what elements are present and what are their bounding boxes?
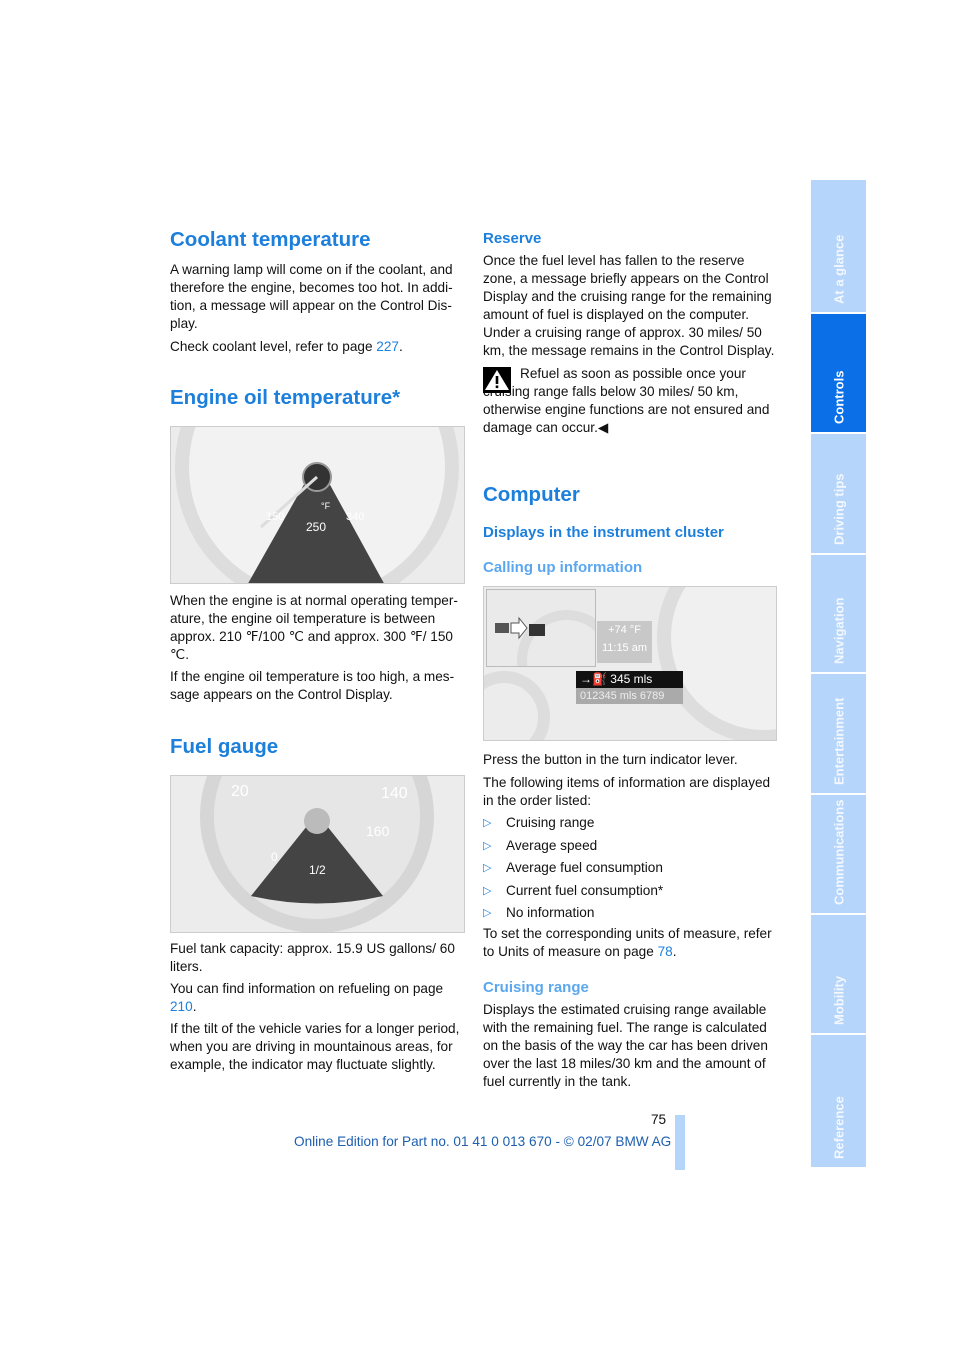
tab-reference[interactable]: Reference xyxy=(811,1035,866,1167)
page-link[interactable]: 227 xyxy=(376,339,399,354)
press-button-text: Press the button in the turn indicator l… xyxy=(483,752,738,767)
bullet-triangle-icon: ▷ xyxy=(483,884,492,897)
fuel-heading: Fuel gauge xyxy=(170,735,279,758)
oil-warning-text: If the engine oil temperature is too hig… xyxy=(170,669,455,702)
gauge-label: 140 xyxy=(381,785,408,802)
bullet-triangle-icon: ▷ xyxy=(483,862,492,874)
edition-footer: Online Edition for Part no. 01 41 0 013 … xyxy=(294,1134,672,1149)
info-items-list: ▷ Cruising range ▷ Average speed ▷ Average … xyxy=(483,812,776,925)
page-link[interactable]: 78 xyxy=(658,944,673,959)
turn-indicator-lever-inset xyxy=(486,589,617,710)
calling-up-heading: Calling up information xyxy=(483,559,643,576)
gauge-label: 150 xyxy=(266,511,284,523)
odometer-display: 012345 mls 6789 xyxy=(576,688,683,704)
tab-entertainment[interactable]: Entertainment xyxy=(811,674,866,793)
list-item: ▷ Average fuel consumption xyxy=(483,857,776,880)
oil-gauge-illustration: 150 250 340 °F xyxy=(175,427,459,583)
warning-triangle-icon xyxy=(483,367,511,393)
fuel-tilt-text: If the tilt of the vehicle varies for a … xyxy=(170,1021,460,1072)
lever-button-illustration xyxy=(495,610,617,710)
instrument-cluster-heading: Displays in the instrument cluster xyxy=(483,524,724,541)
gauge-label: 340 xyxy=(346,511,364,523)
bullet-triangle-icon: ▷ xyxy=(483,839,492,852)
gauge-label: 0 xyxy=(271,850,278,864)
reserve-text: Once the fuel level has fallen to the re… xyxy=(483,253,775,358)
tab-navigation[interactable]: Navigation xyxy=(811,555,866,672)
temp-time-display: +74 °F 11:15 am xyxy=(597,621,652,663)
coolant-ref: Check coolant level, refer to page 227. xyxy=(170,339,403,354)
page-marker xyxy=(675,1115,685,1170)
manual-page: Coolant temperature A warning lamp will … xyxy=(0,0,954,1351)
fuel-ref: You can find information on refueling on… xyxy=(170,981,444,1014)
oil-text: When the engine is at normal operating t… xyxy=(170,593,458,662)
gauge-label: 1/2 xyxy=(309,863,326,877)
tab-communications[interactable]: Communications xyxy=(811,795,866,913)
fuel-gauge-figure: 0 1/2 20 140 160 xyxy=(170,775,465,933)
units-ref: To set the corresponding units of measur… xyxy=(483,925,772,959)
fuel-gauge-illustration: 0 1/2 20 140 160 xyxy=(200,776,434,932)
oil-gauge-figure: 150 250 340 °F xyxy=(170,426,465,584)
oil-heading: Engine oil temperature* xyxy=(170,386,401,409)
list-item: ▷ Cruising range xyxy=(483,812,776,835)
items-intro: The following items of information are d… xyxy=(483,775,771,808)
cruising-range-display: →⛽ 345 mls xyxy=(576,671,683,688)
gauge-label: 160 xyxy=(366,823,390,839)
cruising-range-text: Displays the estimated cruising range av… xyxy=(483,1002,768,1089)
reserve-warning: Refuel as soon as possible once your cru… xyxy=(483,366,770,435)
cruising-range-heading: Cruising range xyxy=(483,979,589,996)
computer-heading: Computer xyxy=(483,483,580,506)
tab-controls[interactable]: Controls xyxy=(811,314,866,432)
list-item: ▷ Current fuel consumption* xyxy=(483,880,776,903)
computer-display-figure: +74 °F 11:15 am →⛽ 345 mls 012345 mls 678… xyxy=(483,586,777,741)
bullet-triangle-icon: ▷ xyxy=(483,817,492,829)
list-item: ▷ Average speed xyxy=(483,835,776,858)
tab-at-a-glance[interactable]: At a glance xyxy=(811,180,866,312)
tab-mobility[interactable]: Mobility xyxy=(811,915,866,1033)
gauge-label: 250 xyxy=(306,520,326,534)
reserve-heading: Reserve xyxy=(483,230,542,247)
fuel-capacity-text: Fuel tank capacity: approx. 15.9 US gall… xyxy=(170,941,455,974)
gauge-unit: °F xyxy=(321,501,331,511)
tab-driving-tips[interactable]: Driving tips xyxy=(811,434,866,553)
page-number: 75 xyxy=(651,1112,667,1127)
list-item: ▷ No information xyxy=(483,902,776,925)
page-link[interactable]: 210 xyxy=(170,999,193,1014)
coolant-heading: Coolant temperature xyxy=(170,228,371,251)
gauge-label: 20 xyxy=(231,783,249,800)
coolant-text: A warning lamp will come on if the coola… xyxy=(170,262,453,331)
bullet-triangle-icon: ▷ xyxy=(483,907,492,919)
